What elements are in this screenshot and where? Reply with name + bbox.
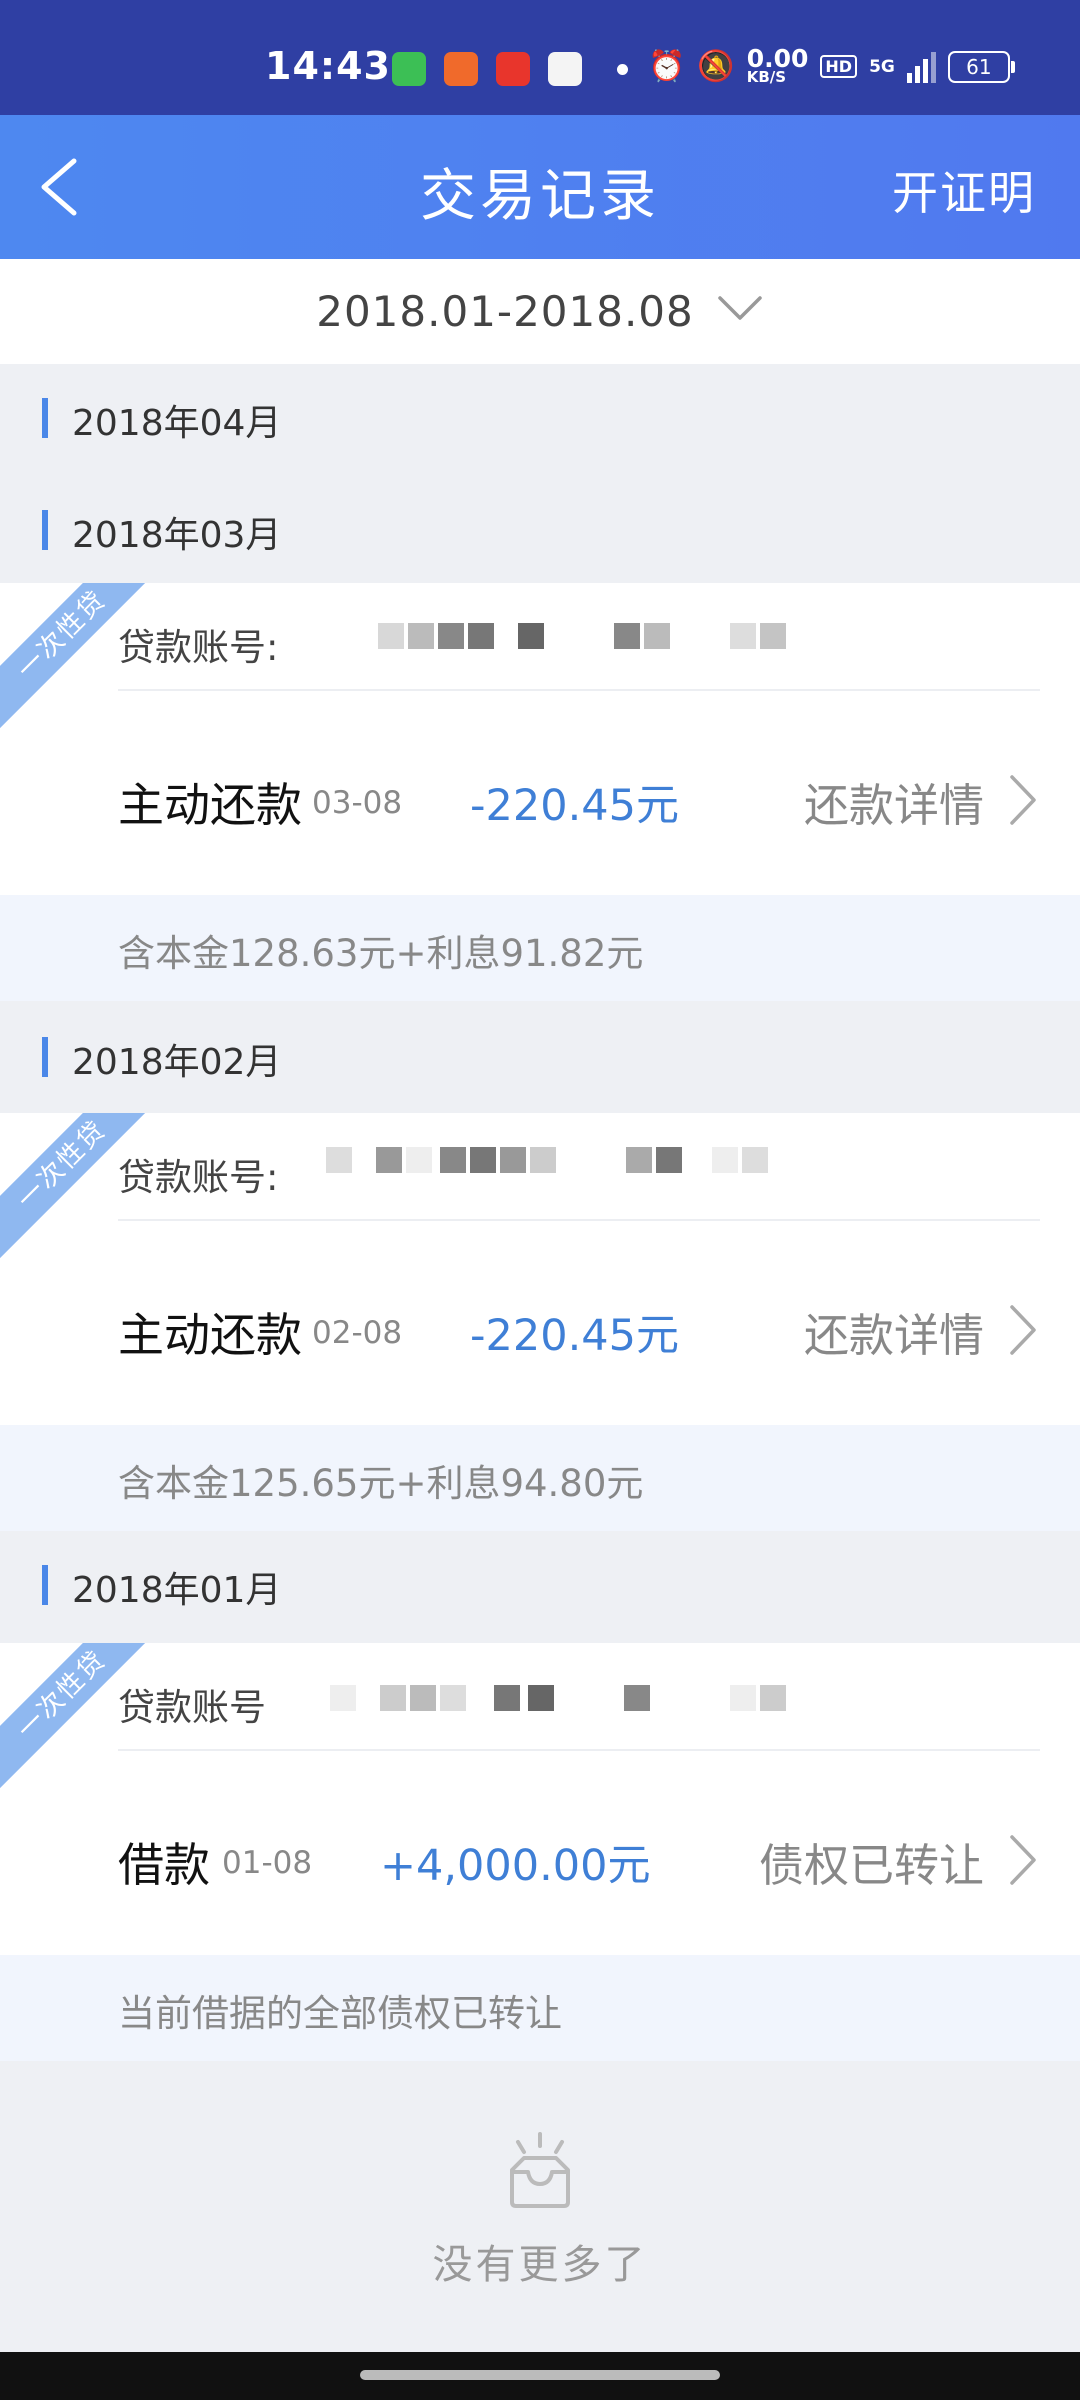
status-time: 14:43 — [265, 44, 391, 88]
principal-interest-text: 含本金125.65元+利息94.80元 — [118, 1462, 644, 1505]
message-app-icon — [392, 52, 426, 86]
battery-icon: 61 — [947, 50, 1015, 83]
transaction-card[interactable]: 一次性贷 贷款账号: 主动还款 03-08 -220.45元 还款详情 — [0, 583, 1080, 895]
status-indicators: ⏰ 🔕 0.00 KB/S HD 5G 61 — [648, 44, 1015, 86]
app-header: 交易记录 开证明 — [0, 115, 1080, 259]
home-gesture-handle[interactable] — [360, 2370, 720, 2380]
transaction-card[interactable]: 一次性贷 贷款账号: 主动还款 02-08 -220.45元 还款详情 — [0, 1113, 1080, 1425]
transaction-note: 含本金125.65元+利息94.80元 — [0, 1425, 1080, 1531]
transaction-date: 01-08 — [222, 1845, 313, 1881]
status-bar: 14:43 ⏰ 🔕 0.00 KB/S HD 5G 61 — [0, 0, 1080, 115]
month-header: 2018年03月 — [0, 476, 1080, 588]
month-header: 2018年02月 — [0, 1001, 1080, 1113]
transaction-note: 当前借据的全部债权已转让 — [0, 1955, 1080, 2061]
transaction-type: 借款 — [118, 1838, 210, 1892]
app-notification-icon — [444, 52, 478, 86]
transaction-amount: +4,000.00元 — [380, 1841, 651, 1891]
transaction-date: 02-08 — [312, 1315, 403, 1351]
month-label: 2018年04月 — [72, 403, 282, 444]
month-label: 2018年03月 — [72, 515, 282, 556]
masked-account-number — [330, 1685, 790, 1711]
network-type: 5G — [869, 56, 895, 77]
account-label: 贷款账号: — [118, 626, 279, 669]
debt-transferred-link[interactable]: 债权已转让 — [759, 1829, 984, 1894]
transaction-amount: -220.45元 — [470, 1311, 679, 1361]
month-label: 2018年01月 — [72, 1570, 282, 1611]
game-app-icon — [548, 52, 582, 86]
account-label: 贷款账号 — [118, 1686, 266, 1729]
issue-certificate-button[interactable]: 开证明 — [892, 157, 1036, 223]
empty-inbox-icon — [510, 2132, 570, 2208]
account-label: 贷款账号: — [118, 1156, 279, 1199]
card-divider — [118, 689, 1040, 691]
card-divider — [118, 1749, 1040, 1751]
network-speed: 0.00 KB/S — [746, 44, 809, 86]
signal-icon — [906, 51, 936, 83]
masked-account-number — [378, 623, 790, 649]
mute-icon: 🔕 — [697, 49, 735, 84]
month-marker — [42, 1565, 48, 1605]
video-app-icon — [496, 52, 530, 86]
no-more-text: 没有更多了 — [432, 2242, 648, 2288]
chevron-right-icon — [1010, 1835, 1036, 1885]
transaction-type: 主动还款 — [118, 778, 302, 832]
masked-account-number — [326, 1147, 772, 1173]
date-range-filter[interactable]: 2018.01-2018.08 — [0, 259, 1080, 364]
repayment-details-link[interactable]: 还款详情 — [804, 769, 984, 834]
transfer-status-text: 当前借据的全部债权已转让 — [118, 1992, 562, 2035]
repayment-details-link[interactable]: 还款详情 — [804, 1299, 984, 1364]
gesture-nav-bar — [0, 2352, 1080, 2400]
card-divider — [118, 1219, 1040, 1221]
transaction-amount: -220.45元 — [470, 781, 679, 831]
speed-value: 0.00 — [746, 44, 809, 73]
chevron-right-icon — [1010, 775, 1036, 825]
month-marker — [42, 398, 48, 438]
notification-icons — [392, 52, 582, 86]
hd-badge: HD — [820, 55, 858, 78]
month-marker — [42, 1037, 48, 1077]
transaction-note: 含本金128.63元+利息91.82元 — [0, 895, 1080, 1001]
alarm-icon: ⏰ — [648, 49, 686, 84]
month-header: 2018年04月 — [0, 364, 1080, 476]
more-notifications-icon — [617, 64, 628, 75]
transaction-type: 主动还款 — [118, 1308, 302, 1362]
date-range-label: 2018.01-2018.08 — [316, 287, 694, 336]
month-header: 2018年01月 — [0, 1531, 1080, 1643]
month-label: 2018年02月 — [72, 1042, 282, 1083]
transaction-date: 03-08 — [312, 785, 403, 821]
chevron-down-icon — [718, 295, 762, 320]
chevron-right-icon — [1010, 1305, 1036, 1355]
transaction-card[interactable]: 一次性贷 贷款账号 借款 01-08 +4,000.00元 债权已转让 — [0, 1643, 1080, 1955]
month-marker — [42, 510, 48, 550]
speed-unit: KB/S — [746, 68, 787, 86]
principal-interest-text: 含本金128.63元+利息91.82元 — [118, 932, 644, 975]
